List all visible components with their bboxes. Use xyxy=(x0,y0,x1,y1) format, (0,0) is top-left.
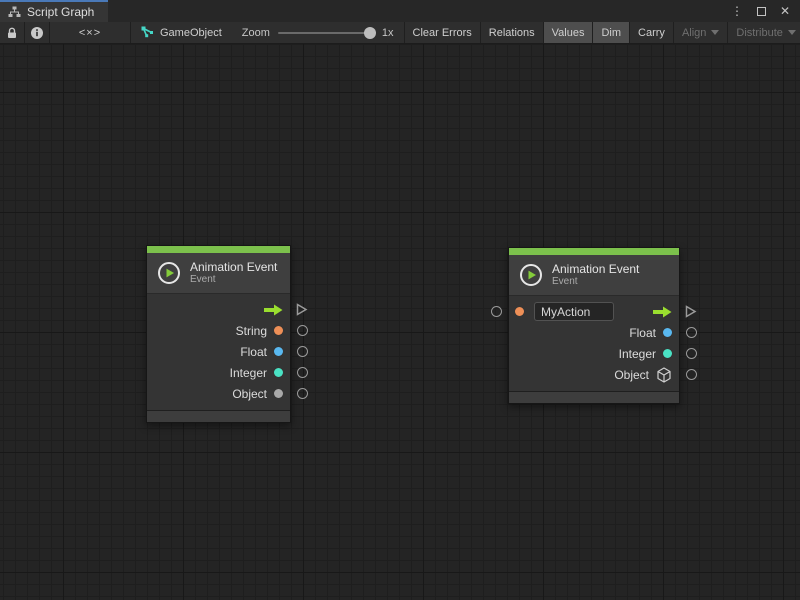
node-body: MyAction Float Integer xyxy=(509,296,679,391)
control-output-row xyxy=(147,299,290,320)
zoom-slider[interactable] xyxy=(278,32,374,34)
graph-hierarchy-icon xyxy=(8,6,21,18)
tab-title: Script Graph xyxy=(27,5,94,19)
output-row: Object xyxy=(147,383,290,404)
cube-icon xyxy=(656,367,672,383)
string-output-port[interactable] xyxy=(297,325,308,336)
output-row: Object xyxy=(509,364,679,385)
event-play-icon xyxy=(157,261,181,285)
lock-icon xyxy=(5,26,19,40)
zoom-control: Zoom 1x xyxy=(232,22,404,43)
port-label: Integer xyxy=(619,347,656,361)
window-menu-icon[interactable]: ⋮ xyxy=(731,5,743,17)
gameobject-label: GameObject xyxy=(160,27,222,39)
node-title: Animation Event xyxy=(190,260,277,274)
event-play-icon xyxy=(519,263,543,287)
gameobject-graph-icon xyxy=(141,26,155,39)
port-label: String xyxy=(236,324,267,338)
lock-button[interactable] xyxy=(0,22,24,43)
window-controls: ⋮ ✕ xyxy=(731,0,800,22)
node-footer xyxy=(147,410,290,422)
output-row: Float xyxy=(509,322,679,343)
string-type-icon xyxy=(515,307,524,316)
gameobject-button[interactable]: GameObject xyxy=(131,22,232,43)
action-input-row: MyAction xyxy=(509,301,679,322)
node-animation-event-1[interactable]: Animation Event Event String xyxy=(146,245,291,423)
script-graph-window: Script Graph ⋮ ✕ xyxy=(0,0,800,600)
integer-type-icon xyxy=(663,349,672,358)
align-label: Align xyxy=(682,27,706,39)
node-title-block: Animation Event Event xyxy=(190,260,277,286)
node-header[interactable]: Animation Event Event xyxy=(147,253,290,294)
values-toggle[interactable]: Values xyxy=(544,22,593,43)
distribute-dropdown[interactable]: Distribute xyxy=(728,22,800,43)
close-icon[interactable]: ✕ xyxy=(780,5,790,17)
float-type-icon xyxy=(663,328,672,337)
flow-arrow-icon xyxy=(653,306,672,318)
node-title-block: Animation Event Event xyxy=(552,262,639,288)
maximize-icon[interactable] xyxy=(757,7,766,16)
edit-source-button[interactable]: <×> xyxy=(50,22,130,43)
chevron-down-icon xyxy=(711,30,719,35)
port-label: Integer xyxy=(230,366,267,380)
zoom-slider-handle[interactable] xyxy=(364,27,376,39)
string-type-icon xyxy=(274,326,283,335)
port-label: Object xyxy=(232,387,267,401)
flow-arrow-icon xyxy=(264,304,283,316)
align-dropdown[interactable]: Align xyxy=(674,22,727,43)
relations-toggle[interactable]: Relations xyxy=(481,22,543,43)
object-type-icon xyxy=(274,389,283,398)
node-animation-event-2[interactable]: Animation Event Event MyAction xyxy=(508,247,680,404)
float-output-port[interactable] xyxy=(297,346,308,357)
float-output-port[interactable] xyxy=(686,327,697,338)
tab-script-graph[interactable]: Script Graph xyxy=(0,0,108,22)
integer-output-port[interactable] xyxy=(297,367,308,378)
graph-toolbar: <×> GameObject Zoom 1x Clear Errors Rela xyxy=(0,22,800,44)
chevron-down-icon xyxy=(788,30,796,35)
integer-type-icon xyxy=(274,368,283,377)
action-name-input[interactable]: MyAction xyxy=(534,302,614,321)
control-output-port[interactable] xyxy=(295,303,308,321)
output-row: String xyxy=(147,320,290,341)
node-title: Animation Event xyxy=(552,262,639,276)
node-footer xyxy=(509,391,679,403)
integer-output-port[interactable] xyxy=(686,348,697,359)
node-body: String Float Integer Object xyxy=(147,294,290,410)
clear-errors-button[interactable]: Clear Errors xyxy=(405,22,480,43)
port-label: Float xyxy=(629,326,656,340)
node-subtitle: Event xyxy=(552,276,639,288)
action-input-port[interactable] xyxy=(491,306,502,317)
output-row: Integer xyxy=(147,362,290,383)
object-output-port[interactable] xyxy=(686,369,697,380)
carry-toggle[interactable]: Carry xyxy=(630,22,673,43)
object-output-port[interactable] xyxy=(297,388,308,399)
port-label: Float xyxy=(240,345,267,359)
info-icon xyxy=(30,26,44,40)
node-accent-bar xyxy=(509,248,679,255)
output-row: Integer xyxy=(509,343,679,364)
node-header[interactable]: Animation Event Event xyxy=(509,255,679,296)
distribute-label: Distribute xyxy=(736,27,782,39)
control-output-port[interactable] xyxy=(684,305,697,323)
node-accent-bar xyxy=(147,246,290,253)
graph-canvas[interactable]: Animation Event Event String xyxy=(0,44,800,600)
tab-bar: Script Graph ⋮ ✕ xyxy=(0,0,800,22)
info-button[interactable] xyxy=(25,22,49,43)
float-type-icon xyxy=(274,347,283,356)
dim-toggle[interactable]: Dim xyxy=(593,22,629,43)
node-subtitle: Event xyxy=(190,274,277,286)
port-label: Object xyxy=(614,368,649,382)
output-row: Float xyxy=(147,341,290,362)
zoom-label: Zoom xyxy=(242,27,270,39)
zoom-value: 1x xyxy=(382,27,394,39)
